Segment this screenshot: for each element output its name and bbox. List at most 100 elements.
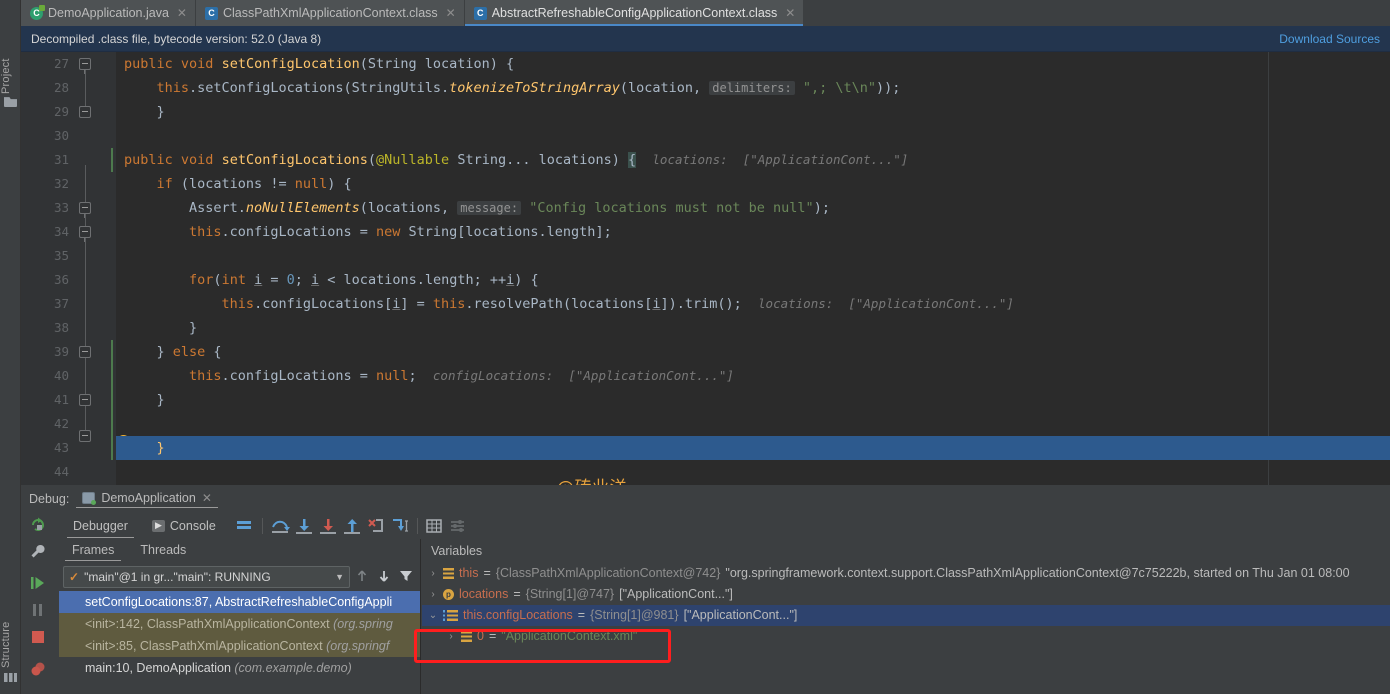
force-step-into-icon[interactable] xyxy=(317,517,339,535)
line-number: 27 xyxy=(53,56,69,71)
code-line-36: for(int i = 0; i < locations.length; ++i… xyxy=(189,272,539,288)
thread-selector[interactable]: ✓ "main"@1 in gr..."main": RUNNING ▼ xyxy=(63,566,350,588)
tab-console[interactable]: ▶ Console xyxy=(140,516,228,537)
sidebar-tab-project[interactable]: Project xyxy=(0,4,21,94)
fold-marker-end[interactable] xyxy=(79,346,91,358)
variable-ref: {ClassPathXmlApplicationContext@742} xyxy=(495,566,721,580)
line-number: 31 xyxy=(53,152,69,167)
variable-name: locations xyxy=(459,587,509,601)
editor-gutter[interactable]: 27 28 29 30 31 32 33 34 35 36 37 38 39 4… xyxy=(21,52,130,485)
code-line-28: this.setConfigLocations(StringUtils.toke… xyxy=(156,80,901,96)
frame-item[interactable]: <init>:85, ClassPathXmlApplicationContex… xyxy=(59,635,420,657)
idea-window: Project Structure C DemoApplication.java… xyxy=(0,0,1390,694)
run-to-cursor-icon[interactable] xyxy=(389,517,411,535)
stop-program-icon[interactable] xyxy=(29,628,51,648)
tab-frames[interactable]: Frames xyxy=(59,541,127,561)
evaluate-expression-icon[interactable] xyxy=(424,517,446,535)
code-editor[interactable]: 27 28 29 30 31 32 33 34 35 36 37 38 39 4… xyxy=(21,52,1390,485)
variable-name: 0 xyxy=(477,629,484,643)
frame-package: (org.spring xyxy=(333,617,393,631)
close-icon[interactable]: ✕ xyxy=(446,6,456,20)
frame-item[interactable]: main:10, DemoApplication (com.example.de… xyxy=(59,657,420,679)
download-sources-link[interactable]: Download Sources xyxy=(1279,32,1380,46)
sidebar-tab-structure[interactable]: Structure xyxy=(0,573,21,668)
tab-label: Frames xyxy=(72,543,115,557)
line-number: 36 xyxy=(53,272,69,287)
toolbar-separator xyxy=(261,518,263,534)
filter-icon[interactable] xyxy=(398,568,416,586)
tab-label: AbstractRefreshableConfigApplicationCont… xyxy=(491,6,778,20)
editor-tab-abstractrefreshableconfigapplicationcontext[interactable]: C AbstractRefreshableConfigApplicationCo… xyxy=(464,0,805,26)
thread-selector-value: "main"@1 in gr..."main": RUNNING xyxy=(84,570,271,584)
pause-program-icon[interactable] xyxy=(29,601,51,621)
wrench-icon[interactable] xyxy=(29,543,51,563)
debug-session-tab[interactable]: DemoApplication ✕ xyxy=(76,491,218,508)
code-line-39: } else { xyxy=(124,344,222,360)
variables-title: Variables xyxy=(431,544,483,558)
fold-marker-collapse[interactable] xyxy=(79,226,91,242)
step-into-icon[interactable] xyxy=(293,517,315,535)
parameter-icon: p xyxy=(443,589,454,600)
frames-up-icon[interactable] xyxy=(354,568,372,586)
equals-sign: = xyxy=(483,566,491,580)
line-number: 41 xyxy=(53,392,69,407)
expand-chevron-icon[interactable]: › xyxy=(428,584,438,605)
fold-marker-end[interactable] xyxy=(79,394,91,406)
layout-settings-icon[interactable] xyxy=(234,517,256,535)
left-tool-strip: Project Structure xyxy=(0,0,21,694)
line-number: 42 xyxy=(53,416,69,431)
code-text-area[interactable]: public void setConfigLocation(String loc… xyxy=(116,52,1390,485)
tab-threads[interactable]: Threads xyxy=(127,541,199,561)
mute-breakpoints-icon[interactable] xyxy=(29,660,51,680)
close-icon[interactable]: ✕ xyxy=(202,491,212,505)
editor-tab-demoapplication[interactable]: C DemoApplication.java ✕ xyxy=(21,0,196,26)
line-number: 37 xyxy=(53,296,69,311)
tab-debugger[interactable]: Debugger xyxy=(61,516,140,538)
variables-pane: Variables › this = {ClassPathXmlApplicat… xyxy=(422,539,1390,694)
fold-marker-collapse[interactable] xyxy=(79,58,91,74)
frame-item[interactable]: setConfigLocations:87, AbstractRefreshab… xyxy=(59,591,420,613)
tab-label: Debugger xyxy=(73,518,128,533)
editor-tab-classpathxmlapplicationcontext[interactable]: C ClassPathXmlApplicationContext.class ✕ xyxy=(195,0,465,26)
drop-frame-icon[interactable] xyxy=(365,517,387,535)
expand-chevron-icon[interactable]: › xyxy=(446,626,456,647)
tab-label: Console xyxy=(169,518,216,533)
variable-row-array-element-0[interactable]: › 0 = "ApplicationContext.xml" xyxy=(422,626,1390,647)
step-out-icon[interactable] xyxy=(341,517,363,535)
variable-row-this[interactable]: › this = {ClassPathXmlApplicationContext… xyxy=(422,563,1390,584)
close-icon[interactable]: ✕ xyxy=(177,6,187,20)
variable-row-locations[interactable]: › p locations = {String[1]@747} ["Applic… xyxy=(422,584,1390,605)
close-icon[interactable]: ✕ xyxy=(785,6,795,20)
changed-line-marker xyxy=(111,340,113,460)
collapse-chevron-icon[interactable]: ⌄ xyxy=(428,605,438,626)
settings-icon[interactable] xyxy=(448,517,470,535)
chevron-down-icon[interactable]: ▼ xyxy=(335,572,344,582)
step-over-icon[interactable] xyxy=(269,517,291,535)
fold-marker-end[interactable] xyxy=(79,106,91,118)
frame-text: <init>:85, ClassPathXmlApplicationContex… xyxy=(85,639,327,653)
array-icon xyxy=(443,610,458,621)
inlay-value-locations: locations: ["ApplicationCont..."] xyxy=(758,296,1014,311)
folder-icon xyxy=(4,97,17,107)
fold-marker-collapse[interactable] xyxy=(79,202,91,218)
run-config-label: DemoApplication xyxy=(101,490,196,505)
expand-chevron-icon[interactable]: › xyxy=(428,563,438,584)
frame-list[interactable]: setConfigLocations:87, AbstractRefreshab… xyxy=(59,591,420,679)
console-icon: ▶ xyxy=(151,519,165,532)
frame-package: (com.example.demo) xyxy=(234,661,352,675)
inlay-hint-message: message: xyxy=(457,201,522,215)
rerun-icon[interactable] xyxy=(29,516,51,536)
frames-down-icon[interactable] xyxy=(376,568,394,586)
variable-value: "ApplicationContext.xml" xyxy=(501,629,638,643)
code-line-34: this.configLocations = new String[locati… xyxy=(189,224,612,240)
resume-program-icon[interactable] xyxy=(29,574,51,594)
fold-marker-end[interactable] xyxy=(79,430,91,442)
line-number: 34 xyxy=(53,224,69,239)
variable-name: this.configLocations xyxy=(463,608,573,622)
line-number: 44 xyxy=(53,464,69,479)
line-number: 43 xyxy=(53,440,69,455)
frame-item[interactable]: <init>:142, ClassPathXmlApplicationConte… xyxy=(59,613,420,635)
line-number: 35 xyxy=(53,248,69,263)
line-number: 28 xyxy=(53,80,69,95)
variable-row-configlocations[interactable]: ⌄ this.configLocations = {String[1]@981}… xyxy=(422,605,1390,626)
